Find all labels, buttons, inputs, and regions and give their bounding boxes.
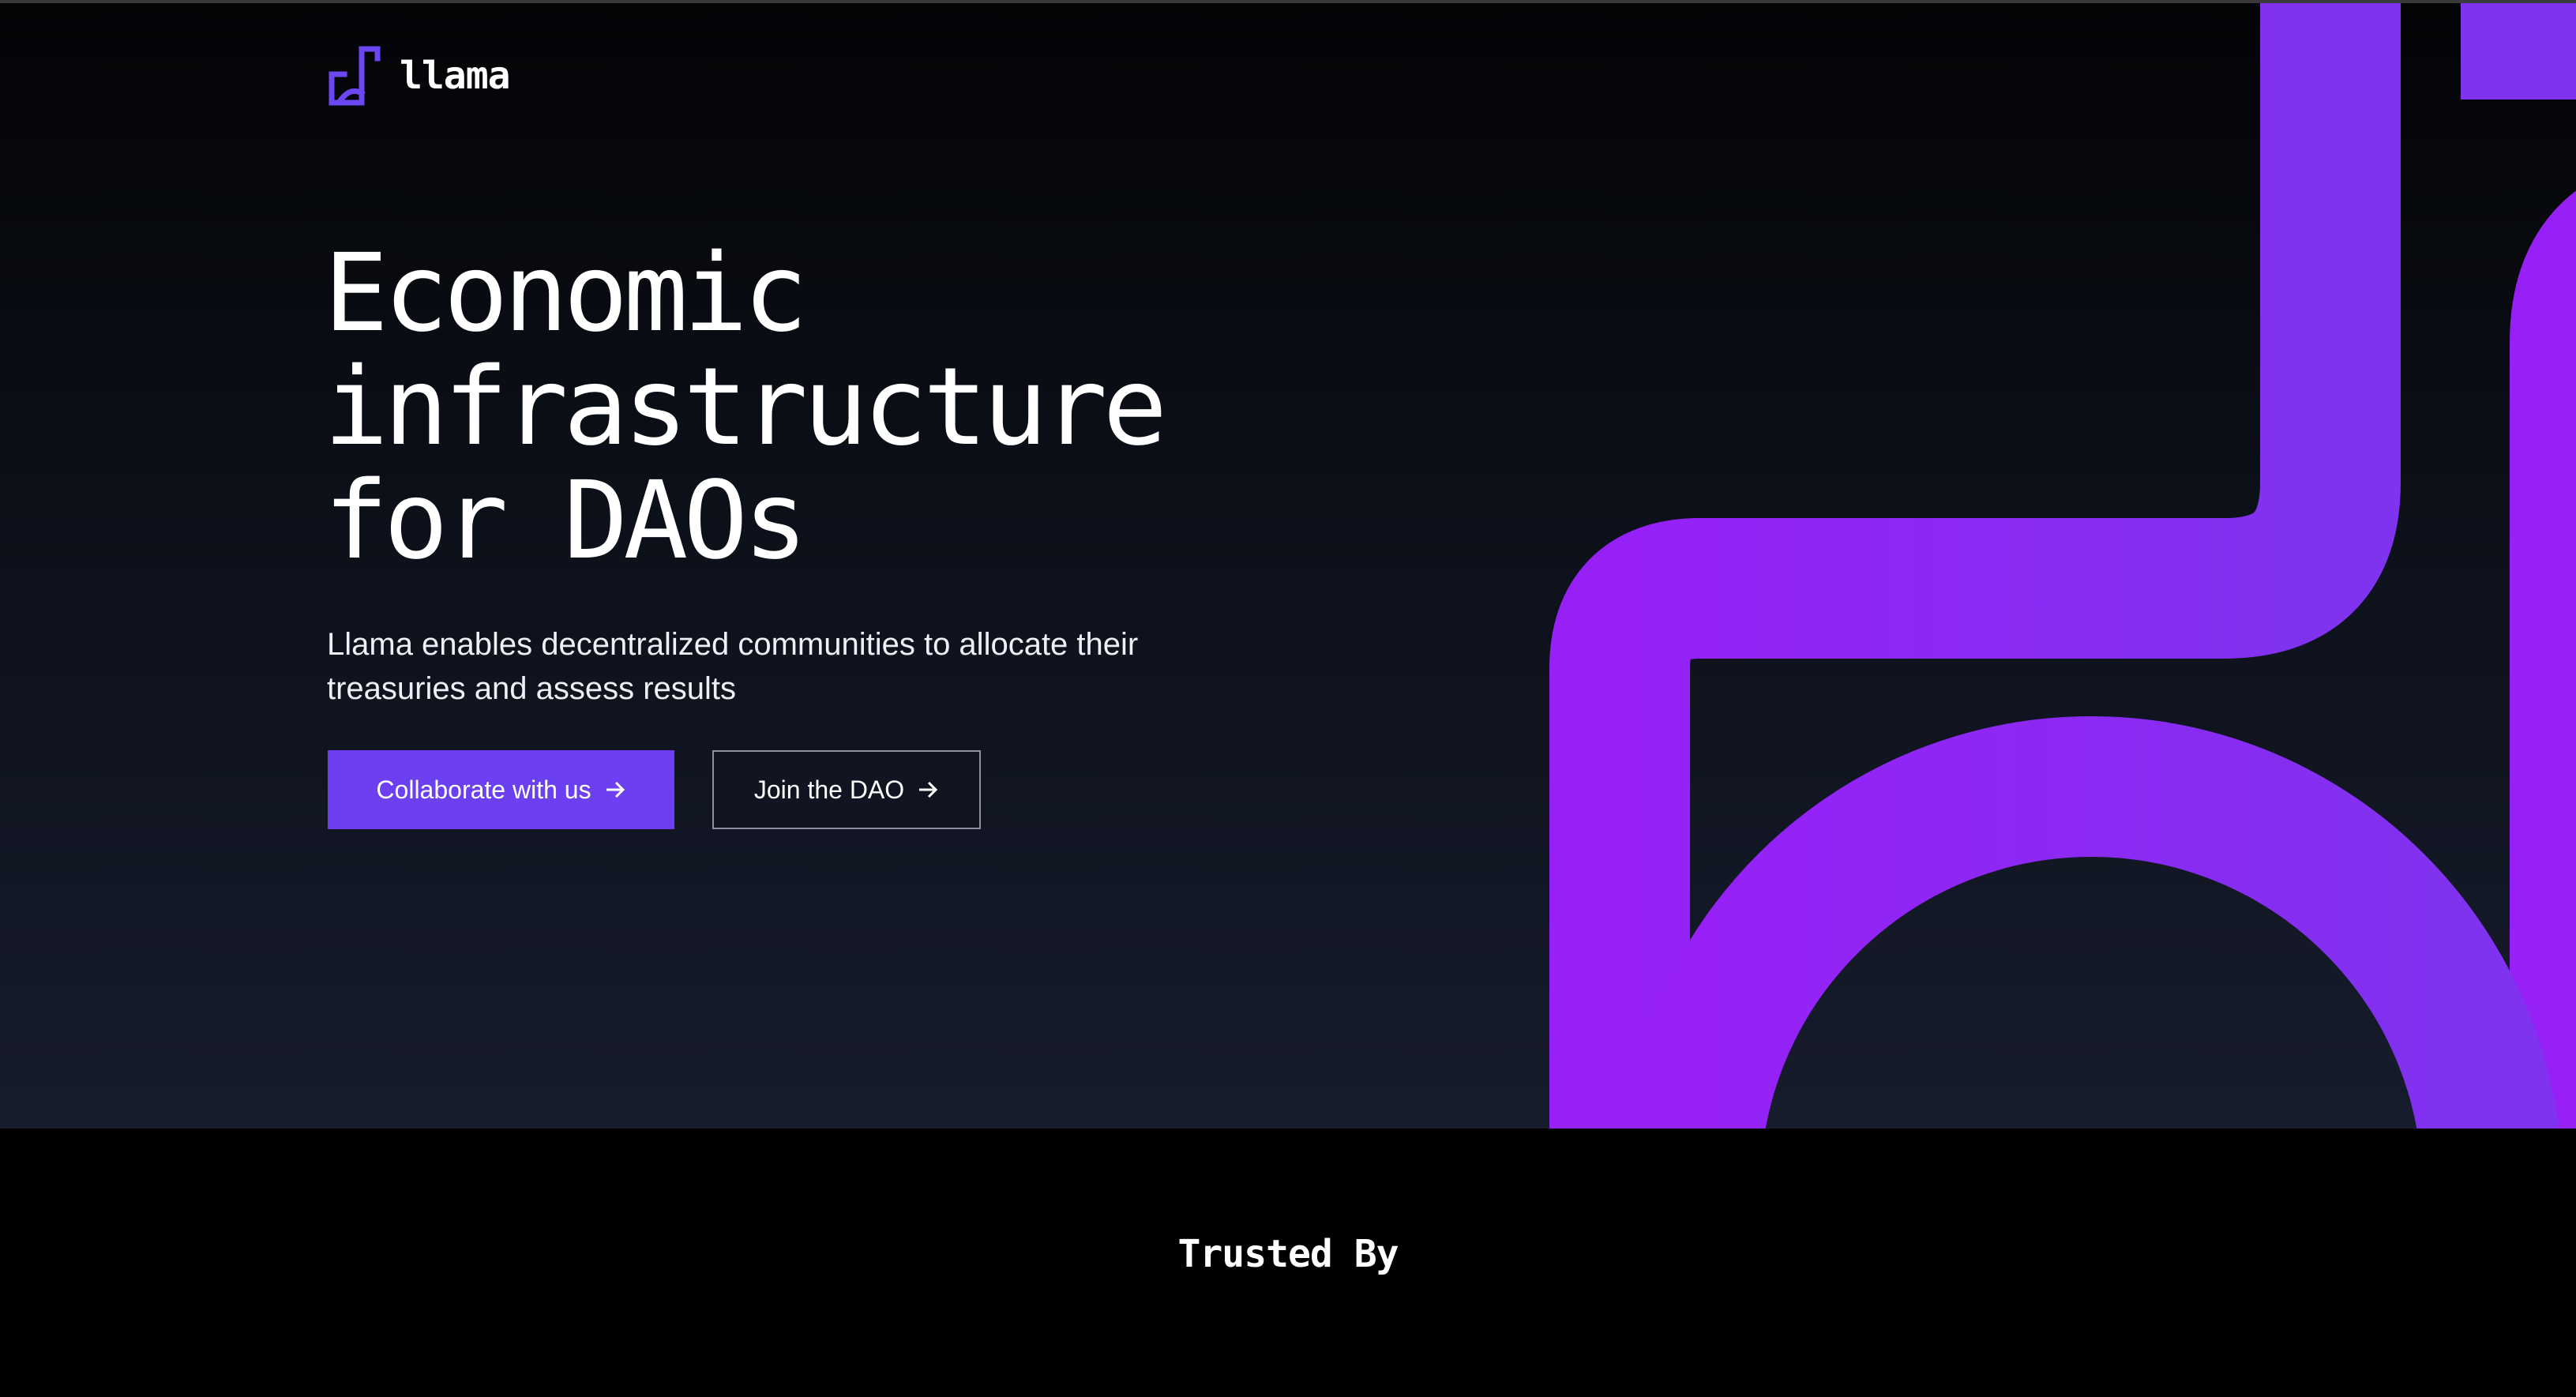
join-dao-button-label: Join the DAO — [753, 775, 905, 804]
join-dao-button[interactable]: Join the DAO — [712, 750, 981, 829]
landing-page: llama Economic infrastructure for DAOs L… — [0, 0, 2576, 1397]
headline-line-3: for DAOs — [324, 459, 808, 584]
hero-headline: Economic infrastructure for DAOs — [324, 231, 1167, 584]
hero-subtitle: Llama enables decentralized communities … — [327, 627, 1139, 706]
brand-name: llama — [400, 54, 510, 98]
arrow-right-icon — [919, 781, 938, 798]
trusted-by-heading: Trusted By — [1177, 1232, 1399, 1276]
arrow-right-icon — [606, 781, 625, 798]
headline-line-2: infrastructure — [324, 345, 1167, 470]
logo[interactable]: llama — [327, 41, 510, 107]
headline-line-1: Economic — [324, 231, 808, 356]
llama-logo-icon — [329, 46, 381, 106]
collaborate-button[interactable]: Collaborate with us — [328, 750, 674, 829]
hero-section: llama Economic infrastructure for DAOs L… — [0, 3, 2576, 1128]
collaborate-button-label: Collaborate with us — [376, 775, 591, 804]
